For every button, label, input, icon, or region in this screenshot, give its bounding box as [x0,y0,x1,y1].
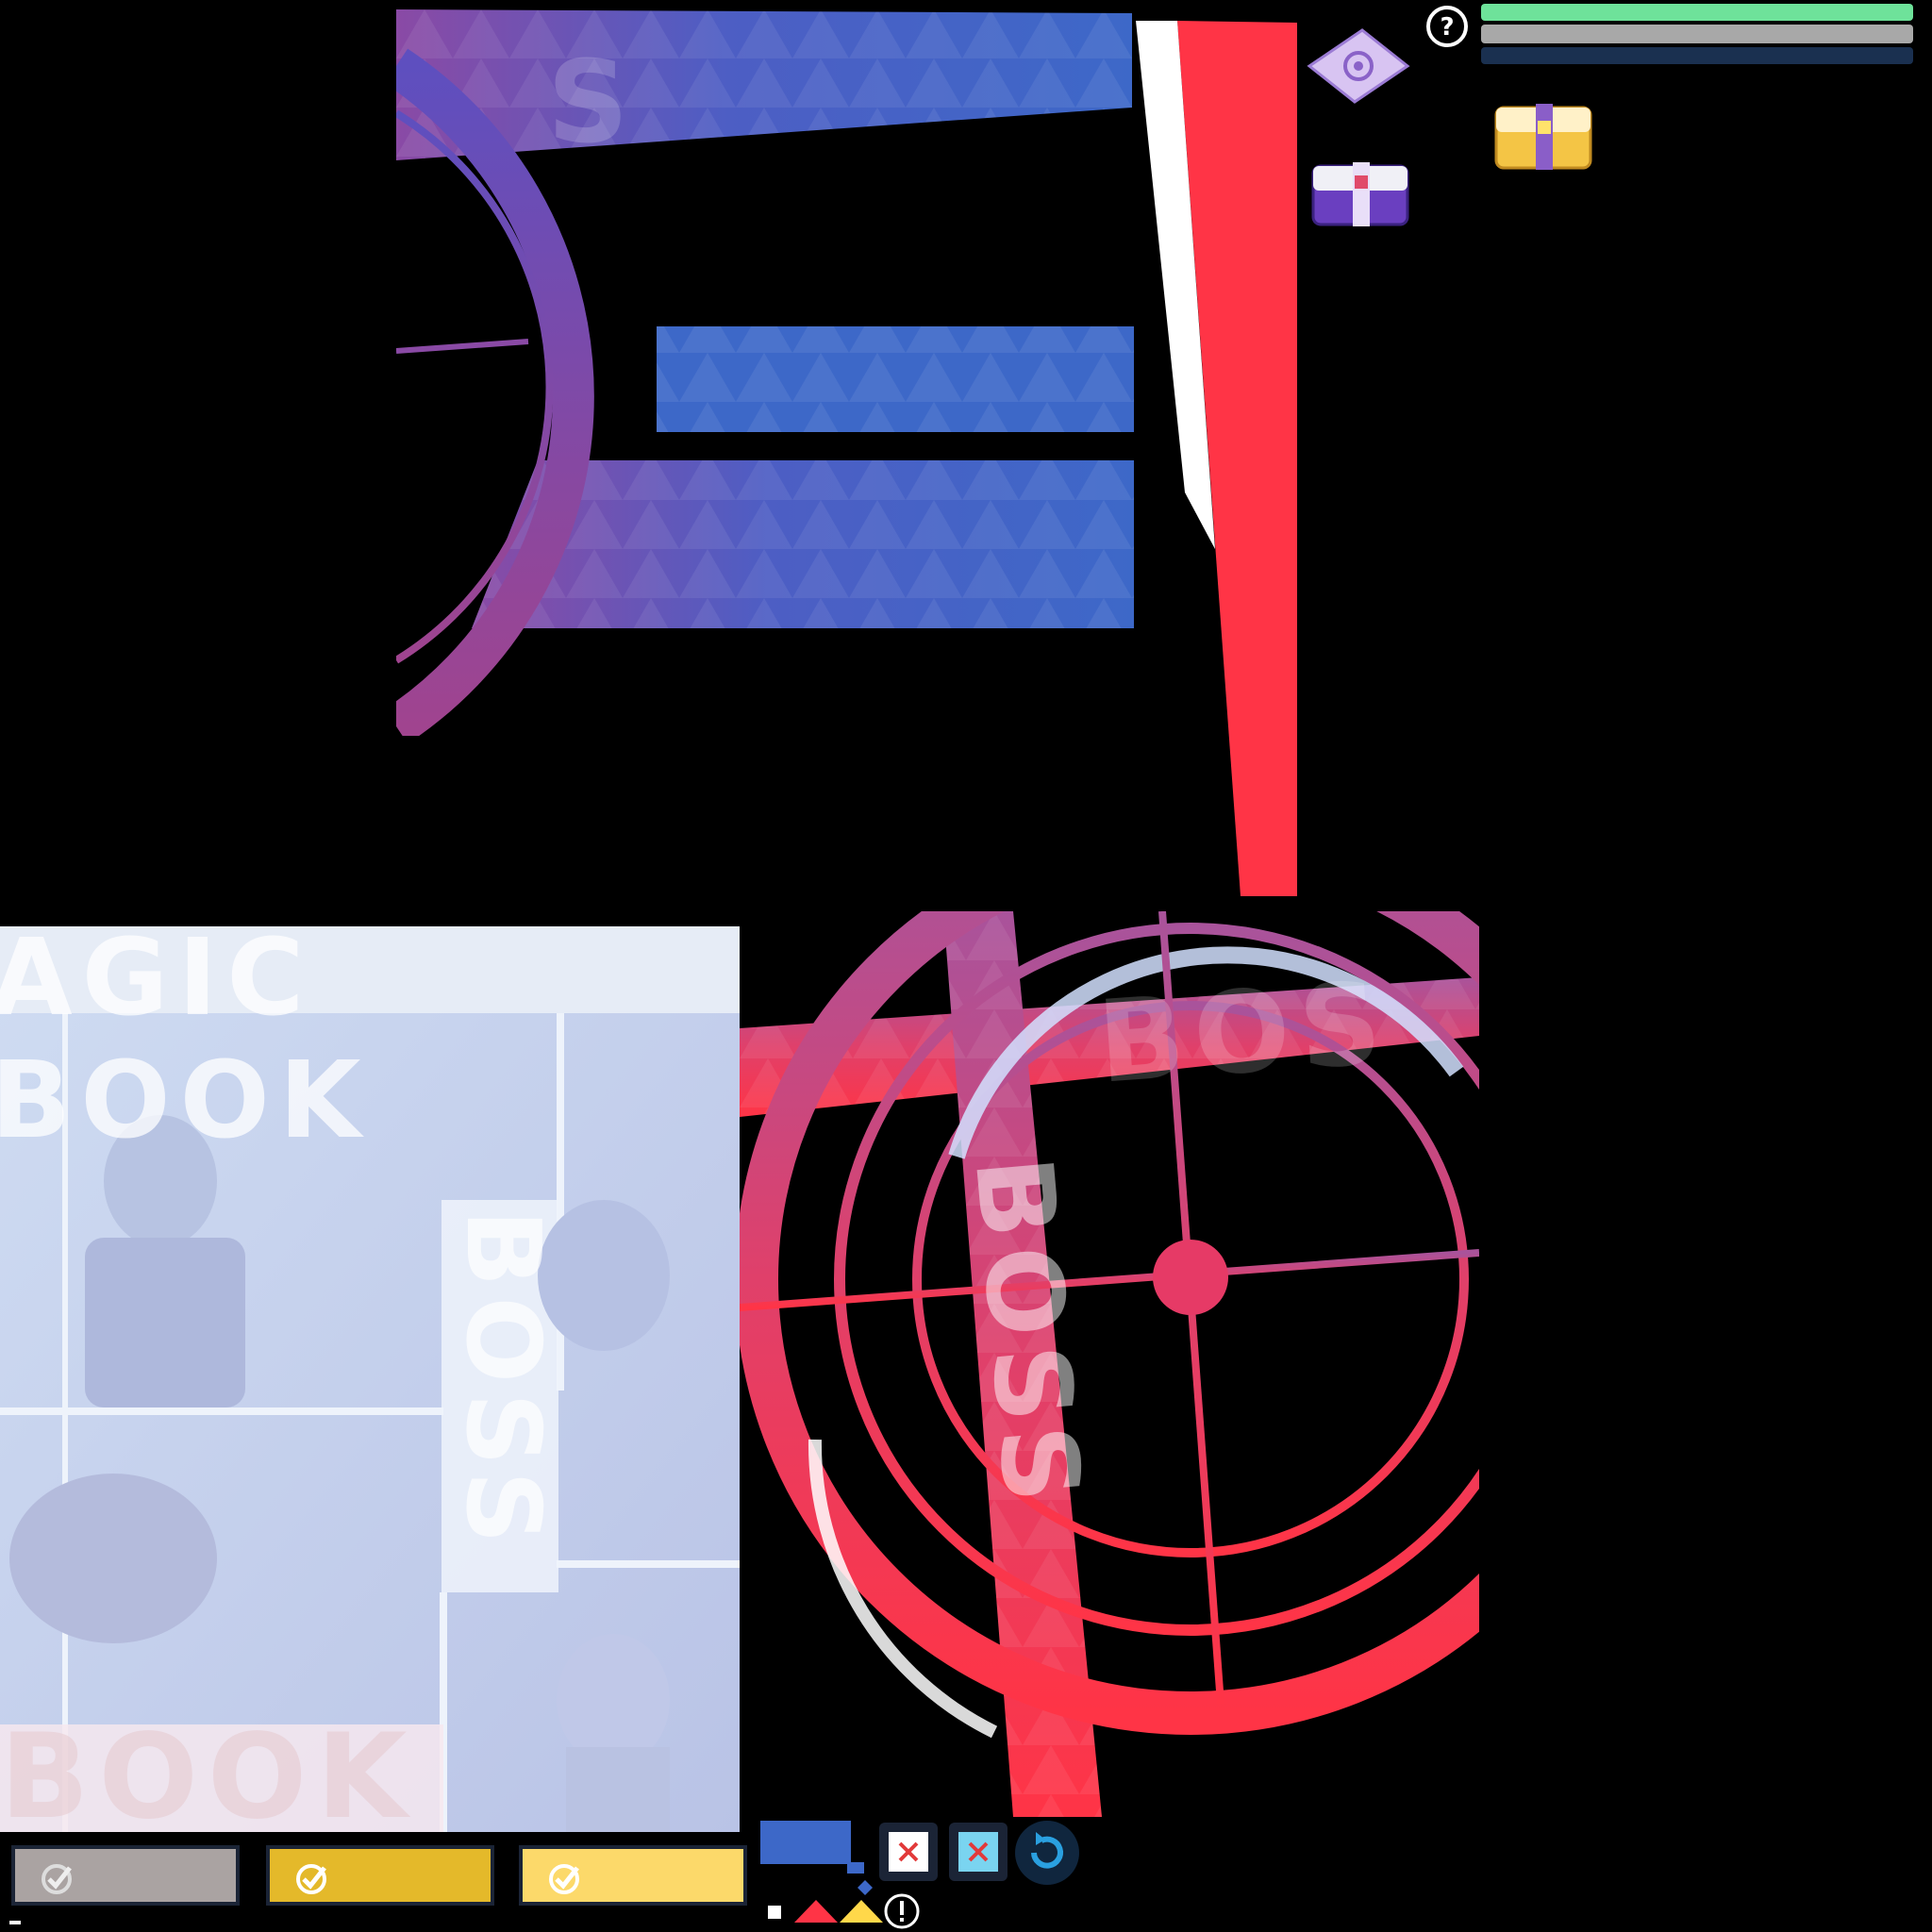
book-bottom-text: BOOK [0,1709,417,1832]
gold-chest-icon [1491,94,1602,177]
refresh-icon[interactable] [1013,1819,1081,1887]
confirm-button-gray[interactable] [11,1845,240,1906]
red-slash [1132,21,1302,898]
boss-top-text: BOS [1093,958,1395,1109]
boss-target: BOS BOSS [740,911,1479,1817]
confirm-button-gold[interactable] [266,1845,494,1906]
red-triangle-icon [794,1898,838,1924]
check-circle-icon [549,1864,579,1894]
magic-book-header: AGIC BOOK [0,926,371,1162]
help-icon[interactable]: ? [1424,4,1470,49]
check-circle-icon [296,1864,326,1894]
blue-bar-text: S [547,38,638,169]
close-icon-active[interactable] [947,1821,1009,1883]
check-circle-icon [42,1864,72,1894]
alert-icon [883,1892,921,1930]
ticket-icon [1306,28,1411,104]
gray-bar [1481,25,1913,43]
purple-chest-icon [1307,151,1419,234]
blue-target-frame: S [396,9,1141,736]
blue-tab-shape [760,1821,866,1874]
yellow-triangle-icon [840,1898,883,1924]
navy-bar [1481,47,1913,64]
tiny-dash [9,1921,21,1924]
blue-diamond-icon [857,1879,874,1896]
white-square-icon [768,1906,783,1921]
boss-vertical-text: BOSS [443,1209,561,1554]
green-bar [1481,4,1913,21]
magic-book-panel: AGIC BOOK BOSS BOOK [0,926,740,1832]
close-icon[interactable] [877,1821,940,1883]
svg-text:?: ? [1440,13,1454,42]
confirm-button-yellow[interactable] [519,1845,747,1906]
